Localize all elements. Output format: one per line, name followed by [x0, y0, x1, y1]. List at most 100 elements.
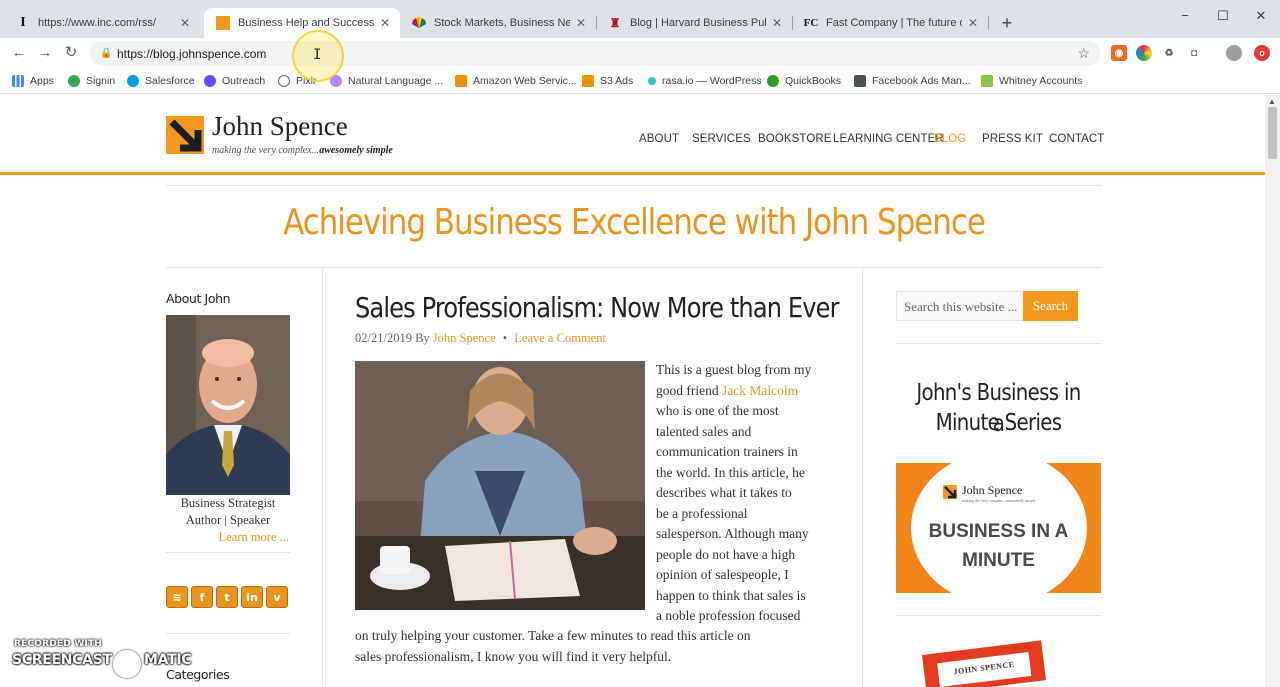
- bookmark-apps[interactable]: Apps: [12, 72, 54, 90]
- close-window-button[interactable]: ✕: [1242, 6, 1280, 26]
- quickbooks-icon: [767, 75, 779, 87]
- post-featured-image[interactable]: [355, 361, 645, 610]
- tab-hbp[interactable]: ♜ Blog | Harvard Business Publishin ✕: [596, 8, 792, 38]
- profile-avatar-icon[interactable]: [1226, 45, 1242, 61]
- bookmark-label: Signin: [86, 75, 116, 87]
- camera-extension-icon[interactable]: ◘: [1186, 45, 1202, 61]
- opera-extension-icon[interactable]: o: [1254, 45, 1270, 61]
- post-author-link[interactable]: John Spence: [433, 331, 496, 345]
- bookmark-natural-language[interactable]: Natural Language ...: [330, 72, 443, 90]
- column-divider: [862, 268, 863, 687]
- post-line: happen to think that sales is: [656, 587, 806, 603]
- recycle-extension-icon[interactable]: ♻: [1161, 45, 1177, 61]
- nav-blog[interactable]: BLOG: [934, 133, 966, 145]
- search-button[interactable]: Search: [1023, 291, 1078, 321]
- scrollbar-thumb[interactable]: [1268, 107, 1277, 159]
- post-meta: 02/21/2019 By John Spence • Leave a Comm…: [355, 331, 606, 346]
- bookmark-s3-ads[interactable]: S3 Ads: [582, 72, 633, 90]
- post-line: be a professional: [656, 505, 748, 521]
- bookmark-rasa[interactable]: rasa.io — WordPress: [646, 72, 762, 90]
- bookmark-aws[interactable]: Amazon Web Servic...: [455, 72, 577, 90]
- address-bar[interactable]: 🔒 https://blog.johnspence.com ☆: [90, 41, 1100, 66]
- tab-separator: [596, 16, 597, 30]
- banner-line: MINUTE: [962, 550, 1035, 571]
- spreadsheet-icon: [981, 75, 993, 87]
- rss-icon[interactable]: ≋: [166, 586, 188, 608]
- tab-fast-company[interactable]: FC Fast Company | The future of bus ✕: [792, 8, 988, 38]
- rasa-icon: [648, 77, 656, 85]
- facebook-ads-icon: [854, 75, 866, 87]
- tab-close-icon[interactable]: ✕: [966, 16, 980, 30]
- post-body-full-width: on truly helping your customer. Take a f…: [355, 626, 855, 667]
- tagline-strong: awesomely simple: [319, 145, 393, 156]
- bookmark-facebook-ads[interactable]: Facebook Ads Man...: [854, 72, 971, 90]
- nav-press-kit[interactable]: PRESS KIT: [982, 133, 1043, 145]
- tab-close-icon[interactable]: ✕: [178, 16, 192, 30]
- new-tab-button[interactable]: +: [996, 12, 1018, 34]
- forward-arrow-icon[interactable]: →: [34, 43, 56, 63]
- nav-contact[interactable]: CONTACT: [1049, 133, 1104, 145]
- john-spence-logo-icon[interactable]: [166, 116, 204, 154]
- bookmark-label: Facebook Ads Man...: [872, 75, 971, 87]
- watermark-main-left: SCREENCAST: [12, 652, 112, 668]
- minimize-button[interactable]: −: [1166, 6, 1204, 26]
- bookmark-star-icon[interactable]: ☆: [1077, 45, 1090, 62]
- jack-malcolm-link[interactable]: Jack Malcolm: [722, 383, 798, 398]
- back-arrow-icon[interactable]: ←: [8, 43, 30, 63]
- search-input[interactable]: Search this website ...: [896, 291, 1024, 321]
- bookmark-whitney-accounts[interactable]: Whitney Accounts: [981, 72, 1082, 90]
- post-title[interactable]: Sales Professionalism: Now More than Eve…: [355, 291, 840, 324]
- site-logo-name[interactable]: John Spence: [212, 111, 348, 142]
- book-cover-image[interactable]: JOHN SPENCE: [922, 640, 1046, 687]
- bookmark-quickbooks[interactable]: QuickBooks: [767, 72, 841, 90]
- color-picker-extension-icon[interactable]: [1136, 45, 1152, 61]
- post-date: 02/21/2019: [355, 331, 412, 345]
- column-divider: [322, 268, 323, 687]
- nav-about[interactable]: ABOUT: [639, 133, 679, 145]
- salesforce-cloud-icon: [127, 75, 139, 87]
- twitter-icon[interactable]: t: [216, 586, 238, 608]
- leave-comment-link[interactable]: Leave a Comment: [514, 331, 606, 345]
- lock-icon: 🔒: [100, 48, 113, 59]
- signin-icon: [68, 75, 80, 87]
- linkedin-icon[interactable]: in: [241, 586, 263, 608]
- nav-learning-center[interactable]: LEARNING CENTER: [833, 133, 944, 145]
- page-scrollbar[interactable]: ▲: [1265, 95, 1280, 687]
- rss-extension-icon[interactable]: ◉: [1111, 45, 1127, 61]
- scroll-up-icon[interactable]: ▲: [1268, 97, 1276, 106]
- tab-inc[interactable]: I https://www.inc.com/rss/ ✕: [4, 8, 200, 38]
- tab-cnbc[interactable]: Stock Markets, Business News, Fi ✕: [400, 8, 596, 38]
- tab-close-icon[interactable]: ✕: [770, 16, 784, 30]
- inc-favicon-icon: I: [20, 15, 26, 30]
- bookmark-label: Apps: [30, 75, 54, 87]
- post-text: good friend: [656, 382, 719, 398]
- post-line: salesperson. Although many: [656, 526, 809, 541]
- reload-icon[interactable]: ↻: [60, 43, 82, 63]
- vimeo-icon[interactable]: v: [266, 586, 288, 608]
- john-spence-favicon-icon: [216, 16, 230, 30]
- learn-more-link[interactable]: Learn more ...: [166, 530, 290, 545]
- nav-bookstore[interactable]: BOOKSTORE: [758, 133, 832, 145]
- tab-john-spence[interactable]: Business Help and Success Tips for ✕: [204, 8, 400, 38]
- tab-title: Stock Markets, Business News, Fi: [434, 17, 570, 29]
- tab-separator: [792, 16, 793, 30]
- maximize-button[interactable]: ☐: [1204, 6, 1242, 26]
- bookmark-outreach[interactable]: Outreach: [204, 72, 265, 90]
- nav-services[interactable]: SERVICES: [692, 133, 751, 145]
- post-by: By: [415, 331, 430, 345]
- bookmark-signin[interactable]: Signin: [68, 72, 115, 90]
- fast-company-favicon-icon: FC: [803, 17, 819, 29]
- hbp-shield-icon: ♜: [609, 16, 621, 30]
- john-spence-logo-icon: [943, 485, 957, 499]
- facebook-icon[interactable]: f: [191, 586, 213, 608]
- divider: [896, 343, 1101, 344]
- business-in-a-minute-banner[interactable]: John Spence making the very complex...aw…: [896, 463, 1101, 593]
- john-spence-portrait[interactable]: [166, 315, 290, 495]
- bookmark-label: QuickBooks: [785, 75, 842, 87]
- divider: [166, 552, 290, 553]
- post-line: good friend Jack Malcolm: [656, 381, 836, 402]
- tab-close-icon[interactable]: ✕: [378, 16, 392, 30]
- tab-close-icon[interactable]: ✕: [574, 16, 588, 30]
- bookmark-salesforce[interactable]: Salesforce: [127, 72, 195, 90]
- tab-title: Blog | Harvard Business Publishin: [630, 17, 766, 29]
